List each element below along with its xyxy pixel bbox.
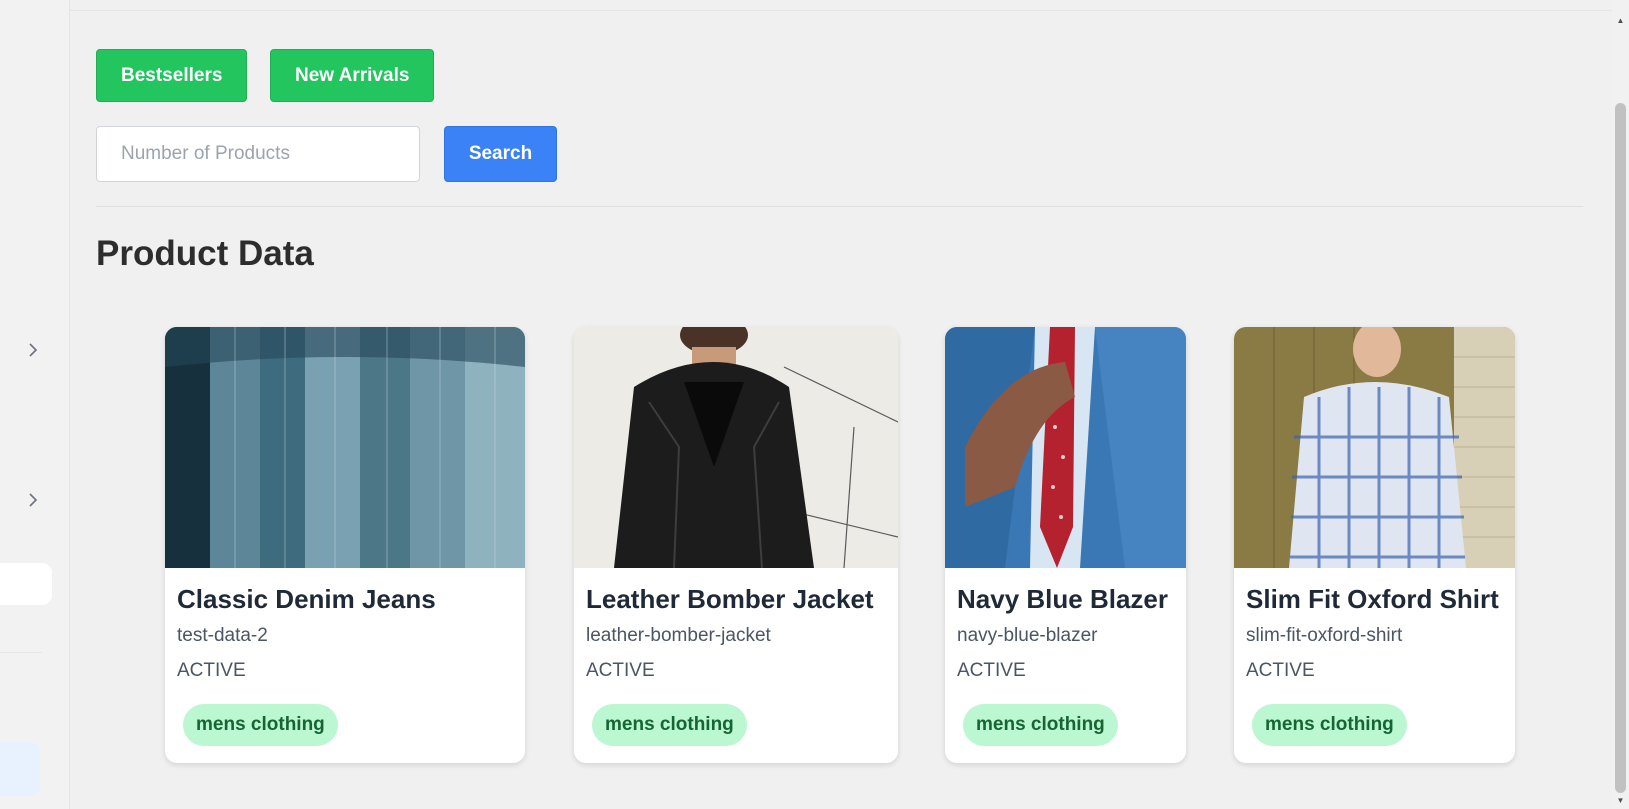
sidebar-item-active[interactable] [0,742,40,796]
product-name: Leather Bomber Jacket [586,584,874,614]
leather-jacket-image [574,327,898,568]
oxford-shirt-image [1234,327,1515,568]
product-name: Classic Denim Jeans [177,584,436,614]
number-of-products-input[interactable] [96,126,420,182]
denim-jeans-image [165,327,525,568]
product-name: Slim Fit Oxford Shirt [1246,584,1499,614]
top-divider [70,10,1629,11]
sidebar-item[interactable] [0,563,52,605]
scroll-down-arrow-icon[interactable]: ▼ [1616,796,1625,805]
chevron-right-icon[interactable] [26,342,42,358]
product-status: ACTIVE [177,660,246,681]
category-tag: mens clothing [592,704,747,746]
vertical-scrollbar[interactable]: ▲ ▼ [1612,0,1629,809]
product-status: ACTIVE [957,660,1026,681]
product-status: ACTIVE [1246,660,1315,681]
product-slug: navy-blue-blazer [957,625,1098,646]
product-slug: slim-fit-oxford-shirt [1246,625,1403,646]
search-button[interactable]: Search [444,126,557,182]
bestsellers-button[interactable]: Bestsellers [96,49,248,102]
section-divider [96,206,1583,207]
product-card[interactable]: Navy Blue Blazer navy-blue-blazer ACTIVE… [945,327,1186,763]
navy-blazer-image [945,327,1186,568]
scroll-up-arrow-icon[interactable]: ▲ [1616,16,1625,25]
product-slug: test-data-2 [177,625,268,646]
product-slug: leather-bomber-jacket [586,625,771,646]
page-title: Product Data [96,234,314,273]
chevron-right-icon[interactable] [26,492,42,508]
product-name: Navy Blue Blazer [957,584,1168,614]
product-card[interactable]: Slim Fit Oxford Shirt slim-fit-oxford-sh… [1234,327,1515,763]
product-status: ACTIVE [586,660,655,681]
sidebar [0,0,70,809]
sidebar-divider [0,652,42,653]
new-arrivals-button[interactable]: New Arrivals [270,49,435,102]
scrollbar-thumb[interactable] [1615,103,1626,793]
category-tag: mens clothing [1252,704,1407,746]
product-card[interactable]: Classic Denim Jeans test-data-2 ACTIVE m… [165,327,525,763]
category-tag: mens clothing [963,704,1118,746]
product-card[interactable]: Leather Bomber Jacket leather-bomber-jac… [574,327,898,763]
category-tag: mens clothing [183,704,338,746]
